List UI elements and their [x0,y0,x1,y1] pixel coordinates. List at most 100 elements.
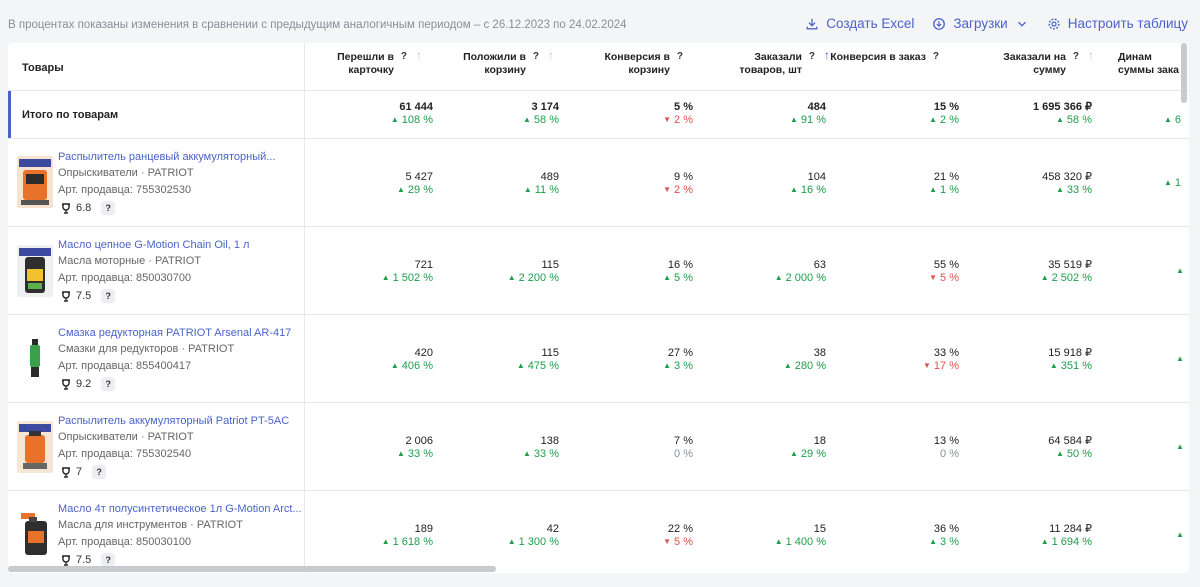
column-header-ordered-sum[interactable]: Заказали на сумму ? ↑ [982,49,1096,87]
metric-cell: ▲ [1176,529,1187,542]
metric-cell: 420 ▲ 406 % [391,347,433,373]
product-image[interactable] [17,421,53,473]
comparison-note: В процентах показаны изменения в сравнен… [8,19,627,31]
product-name-link[interactable]: Распылитель аккумуляторный Patriot PT-5A… [58,415,289,427]
create-excel-button[interactable]: Создать Excel [805,16,914,31]
help-icon[interactable]: ? [933,50,939,63]
up-triangle-icon: ▲ [523,185,532,194]
metric-cell: 63 ▲ 2 000 % [775,259,826,285]
help-icon[interactable]: ? [101,553,116,567]
metric-delta: ▲ [1176,353,1187,366]
product-category: Опрыскиватели · PATRIOT [58,167,194,179]
up-triangle-icon: ▲ [663,361,672,370]
metric-delta: ▲ 6 [1164,114,1182,126]
product-image[interactable] [17,333,53,385]
metric-value: 5 427 [405,171,433,183]
metric-cell: 15 ▲ 1 400 % [775,523,826,549]
metric-cell: ▲ [1176,265,1187,278]
metric-delta: ▲ 5 % [663,272,693,284]
help-icon[interactable]: ? [101,289,116,303]
up-triangle-icon: ▲ [1049,361,1058,370]
metric-delta: ▲ 29 % [790,448,826,460]
metric-value: 2 006 [405,435,433,447]
products-header: Товары [22,62,64,74]
metric-value: 21 % [933,171,959,183]
up-triangle-icon: ▲ [1176,442,1184,451]
metric-value: 61 444 [399,101,433,113]
metric-delta: ▲ 1 694 % [1040,536,1092,548]
help-icon[interactable]: ? [101,201,116,215]
product-image[interactable] [17,156,53,208]
up-triangle-icon: ▲ [929,185,938,194]
products-header-cell: Товары [8,43,305,90]
sort-arrow-icon[interactable]: ↑ [416,49,422,62]
product-article: Арт. продавца: 850030100 [58,536,192,548]
top-bar: В процентах показаны изменения в сравнен… [0,0,1200,42]
help-icon[interactable]: ? [677,50,683,63]
metric-value: 5 % [674,101,693,113]
trophy-icon [62,466,70,478]
vertical-scrollbar[interactable] [1181,43,1187,103]
column-header-label: Перешли в карточку [337,51,394,76]
trophy-icon [62,554,70,566]
configure-table-button[interactable]: Настроить таблицу [1047,16,1188,31]
up-triangle-icon: ▲ [790,449,798,458]
metric-value: 15 918 ₽ [1048,347,1092,359]
metric-delta: ▲ 2 200 % [507,272,559,284]
metric-delta: ▼ 17 % [923,360,959,372]
metric-value: 458 320 ₽ [1042,171,1092,183]
downloads-button[interactable]: Загрузки [932,16,1028,31]
metric-cell: 15 918 ₽ ▲ 351 % [1048,347,1092,373]
column-header-sum-dynamics[interactable]: Динам суммы зака [1100,49,1189,87]
column-header-cart-conversion[interactable]: Конверсия в корзину ? [588,49,700,87]
help-icon[interactable]: ? [92,465,107,479]
metric-value: 484 [807,101,826,113]
product-name-link[interactable]: Масло 4т полусинтетическое 1л G-Motion A… [58,503,302,515]
product-name-link[interactable]: Смазка редукторная PATRIOT Arsenal AR-41… [58,327,291,339]
metric-cell: 7 % 0 % [674,435,693,461]
column-header-card-views[interactable]: Перешли в карточку ? ↑ [314,49,424,87]
metric-value: 104 [807,171,826,183]
sort-arrow-icon[interactable]: ↑ [1088,49,1094,62]
product-image[interactable] [17,245,53,297]
metric-value: 11 284 ₽ [1049,523,1092,535]
sort-arrow-icon[interactable]: ↑ [548,49,554,62]
metric-cell: 489 ▲ 11 % [524,171,559,197]
product-article: Арт. продавца: 850030700 [58,272,192,284]
product-rating: 6.8 ? [61,201,116,215]
column-header-order-conversion[interactable]: Конверсия в заказ ? [830,49,956,87]
help-icon[interactable]: ? [533,50,539,63]
up-triangle-icon: ▲ [523,115,531,124]
metric-delta: ▲ 1 400 % [774,536,826,548]
horizontal-scrollbar[interactable] [8,566,496,572]
column-header-label: Динам суммы зака [1118,51,1179,76]
rating-value: 7.5 [76,554,92,566]
column-header-added-to-cart[interactable]: Положили в корзину ? ↑ [442,49,556,87]
product-image[interactable] [17,509,53,561]
help-icon[interactable]: ? [101,377,116,391]
metric-value: 15 [813,523,826,535]
metric-delta: ▲ 58 % [523,114,559,126]
up-triangle-icon: ▲ [1056,449,1064,458]
products-table: Товары Перешли в карточку ? ↑ Положили в… [8,43,1189,573]
metric-value: 1 695 366 ₽ [1033,101,1092,113]
metric-value: 3 174 [531,101,559,113]
up-triangle-icon: ▲ [929,537,938,546]
help-icon[interactable]: ? [809,50,815,63]
help-icon[interactable]: ? [1073,50,1079,63]
up-triangle-icon: ▲ [397,449,405,458]
metric-cell: ▲ [1176,441,1187,454]
product-name-link[interactable]: Масло цепное G-Motion Chain Oil, 1 л [58,239,249,251]
metric-cell: 18 ▲ 29 % [790,435,826,461]
table-header: Товары Перешли в карточку ? ↑ Положили в… [8,43,1189,91]
up-triangle-icon: ▲ [1176,354,1184,363]
product-name-link[interactable]: Распылитель ранцевый аккумуляторный... [58,151,275,163]
down-triangle-icon: ▼ [663,537,672,546]
help-icon[interactable]: ? [401,50,407,63]
total-row: Итого по товарам 61 444 ▲ 108 % 3 174 ▲ 58… [8,91,1189,139]
up-triangle-icon: ▲ [507,273,516,282]
metric-delta: ▲ 351 % [1049,360,1092,372]
total-label: Итого по товарам [22,109,119,121]
metric-cell: 115 ▲ 2 200 % [508,259,559,285]
product-rating: 7 ? [61,465,107,479]
